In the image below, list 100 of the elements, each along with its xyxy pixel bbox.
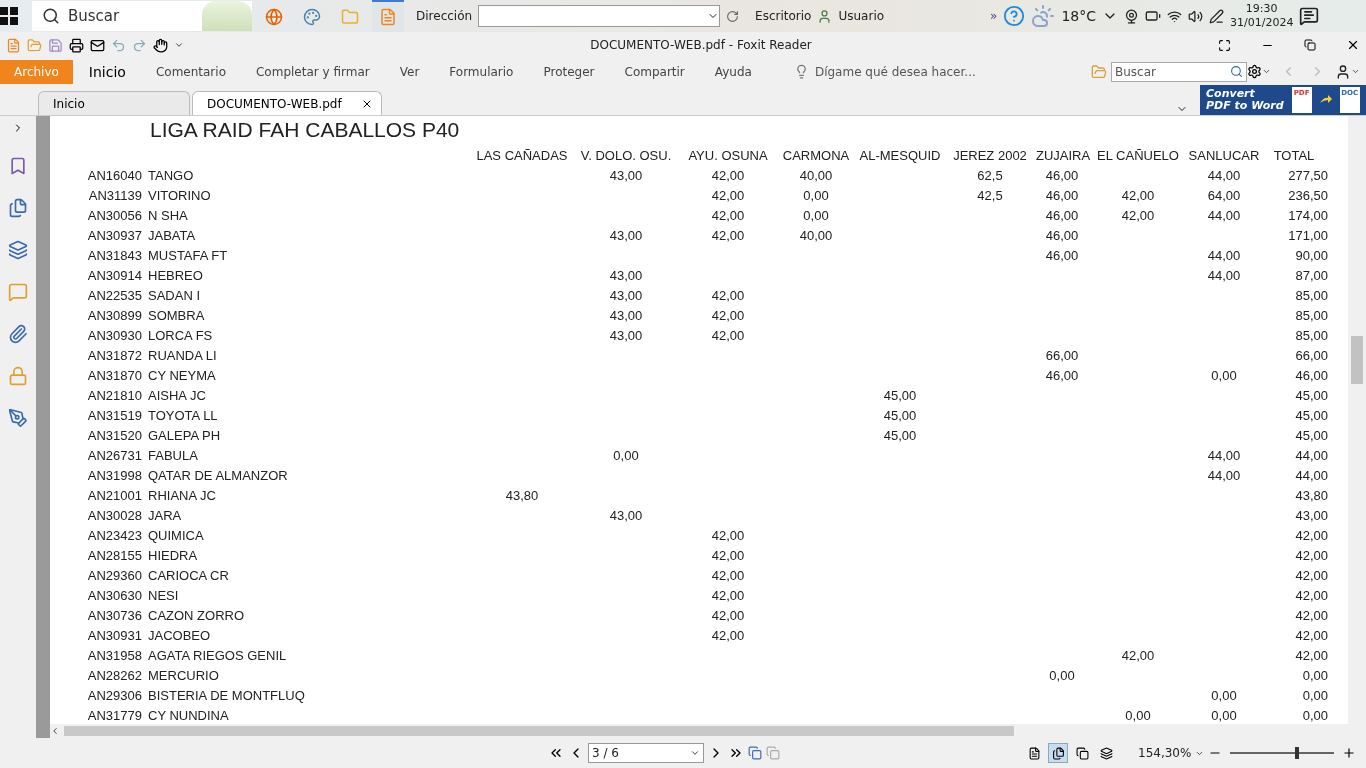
refresh-icon[interactable]: [726, 9, 740, 23]
horse-name: JACOBEO: [147, 627, 211, 645]
document-tab[interactable]: DOCUMENTO-WEB.pdf: [192, 91, 382, 115]
print-icon[interactable]: [69, 37, 84, 53]
horse-code: AN22535: [86, 287, 142, 305]
bookmark-icon[interactable]: [8, 156, 28, 176]
desktop-label[interactable]: Escritorio: [755, 9, 812, 23]
score-cell-text: 46,00: [1044, 187, 1080, 205]
horse-name: FABULA: [147, 447, 198, 465]
score-cell-text: 46,00: [1044, 207, 1080, 225]
fullscreen-icon[interactable]: [1218, 38, 1231, 52]
horse-name: CARIOCA CR: [147, 567, 229, 585]
score-cell-text: 0,00: [1210, 367, 1238, 385]
score-cell-text: 0,00: [802, 187, 830, 205]
ribbon-tab[interactable]: Inicio: [74, 59, 140, 84]
attachment-icon[interactable]: [8, 324, 28, 344]
horse-code: AN31870: [86, 367, 142, 385]
ribbon-tab[interactable]: Compartir: [610, 59, 699, 84]
caret-icon[interactable]: [690, 748, 700, 758]
horse-name: TOYOTA LL: [147, 407, 218, 425]
pages-icon[interactable]: [8, 198, 28, 218]
battery-icon[interactable]: [1145, 8, 1161, 24]
score-cell-text: 44,00: [1206, 167, 1242, 185]
email-icon[interactable]: [90, 37, 105, 53]
horse-code: AN21810: [86, 387, 142, 405]
layers-icon[interactable]: [8, 240, 28, 260]
column-header: CARMONA: [781, 147, 851, 165]
pdf-app-icon[interactable]: [372, 0, 404, 32]
ribbon-tab[interactable]: Proteger: [529, 59, 609, 84]
score-cell-text: 236,50: [1287, 187, 1328, 205]
ribbon-tab[interactable]: Ver: [385, 59, 434, 84]
hand-tool-icon[interactable]: [153, 37, 168, 53]
restore-icon[interactable]: [1304, 39, 1316, 51]
user-label[interactable]: Usuario: [838, 9, 885, 23]
score-cell-text: 277,50: [1287, 167, 1328, 185]
horse-code: AN21001: [86, 487, 142, 505]
page-number-field[interactable]: 3 / 6: [588, 743, 704, 763]
caret-icon[interactable]: [174, 40, 184, 50]
score-cell-text: 85,00: [1294, 327, 1328, 345]
caret-icon[interactable]: [1262, 67, 1271, 76]
horse-name: JARA: [147, 507, 182, 525]
horse-code: AN30630: [86, 587, 142, 605]
horse-code: AN31872: [86, 347, 142, 365]
horse-code: AN28262: [86, 667, 142, 685]
pen-icon[interactable]: [1209, 8, 1224, 24]
tell-me-field[interactable]: Dígame qué desea hacer...: [814, 64, 976, 79]
save-icon[interactable]: [48, 37, 63, 53]
app-logo-icon: [6, 37, 21, 53]
score-cell-text: 0,00: [612, 447, 640, 465]
signature-icon[interactable]: [8, 408, 28, 428]
caret-icon[interactable]: [1351, 67, 1360, 76]
score-cell-text: 42,00: [1294, 647, 1328, 665]
score-cell-text: 40,00: [798, 227, 834, 245]
score-cell-text: 42,00: [710, 207, 746, 225]
wifi-icon[interactable]: [1167, 8, 1182, 24]
score-cell-text: 44,00: [1206, 467, 1242, 485]
score-cell-text: 42,00: [1120, 647, 1156, 665]
notifications-icon[interactable]: [1299, 6, 1320, 26]
ribbon-tab[interactable]: Ayuda: [700, 59, 766, 84]
camera-icon[interactable]: [1124, 8, 1139, 24]
column-header: EL CAÑUELO: [1096, 147, 1180, 165]
address-label: Dirección: [416, 9, 473, 23]
score-cell-text: 43,80: [504, 487, 540, 505]
score-cell-text: 43,00: [608, 267, 644, 285]
scroll-left-icon[interactable]: [50, 726, 60, 736]
document-tab[interactable]: Inicio: [38, 91, 190, 115]
help-icon[interactable]: [1003, 5, 1026, 27]
clock-time[interactable]: 19:30: [1245, 2, 1278, 16]
horse-name: JABATA: [147, 227, 196, 245]
ribbon-tab[interactable]: Comentario: [141, 59, 240, 84]
temperature: 18°C: [1061, 8, 1096, 24]
start-icon[interactable]: [0, 7, 18, 25]
score-cell-text: 44,00: [1206, 267, 1242, 285]
ribbon-tab[interactable]: Completar y firmar: [242, 59, 384, 84]
zoom-level[interactable]: 154,30%: [1138, 746, 1192, 760]
previous-view-icon[interactable]: [748, 746, 762, 760]
close-icon[interactable]: [1346, 38, 1360, 52]
taskbar-search-field[interactable]: Buscar: [32, 1, 252, 31]
score-cell-text: 42,00: [710, 627, 746, 645]
score-cell-text: 42,00: [1294, 627, 1328, 645]
volume-icon[interactable]: [1188, 8, 1203, 24]
score-cell-text: 44,00: [1206, 207, 1242, 225]
search-field[interactable]: Buscar: [1111, 61, 1247, 82]
score-cell-text: 66,00: [1044, 347, 1080, 365]
horse-name: VITORINO: [147, 187, 211, 205]
horse-code: AN31520: [86, 427, 142, 445]
account-icon[interactable]: [1335, 63, 1351, 80]
search-icon[interactable]: [1230, 65, 1243, 78]
horse-name: QATAR DE ALMANZOR: [147, 467, 288, 485]
score-cell-text: 44,00: [1206, 247, 1242, 265]
ribbon-tab[interactable]: Formulario: [435, 59, 528, 84]
horse-code: AN31843: [86, 247, 142, 265]
address-field[interactable]: [478, 5, 721, 27]
chevrons[interactable]: »: [990, 9, 998, 23]
score-cell-text: 42,00: [710, 287, 746, 305]
settings-icon[interactable]: [1247, 64, 1262, 79]
score-cell-text: 42,00: [1294, 567, 1328, 585]
horse-code: AN30736: [86, 607, 142, 625]
zoom-in-icon[interactable]: [1342, 746, 1357, 760]
clock-date[interactable]: 31/01/2024: [1230, 16, 1294, 30]
